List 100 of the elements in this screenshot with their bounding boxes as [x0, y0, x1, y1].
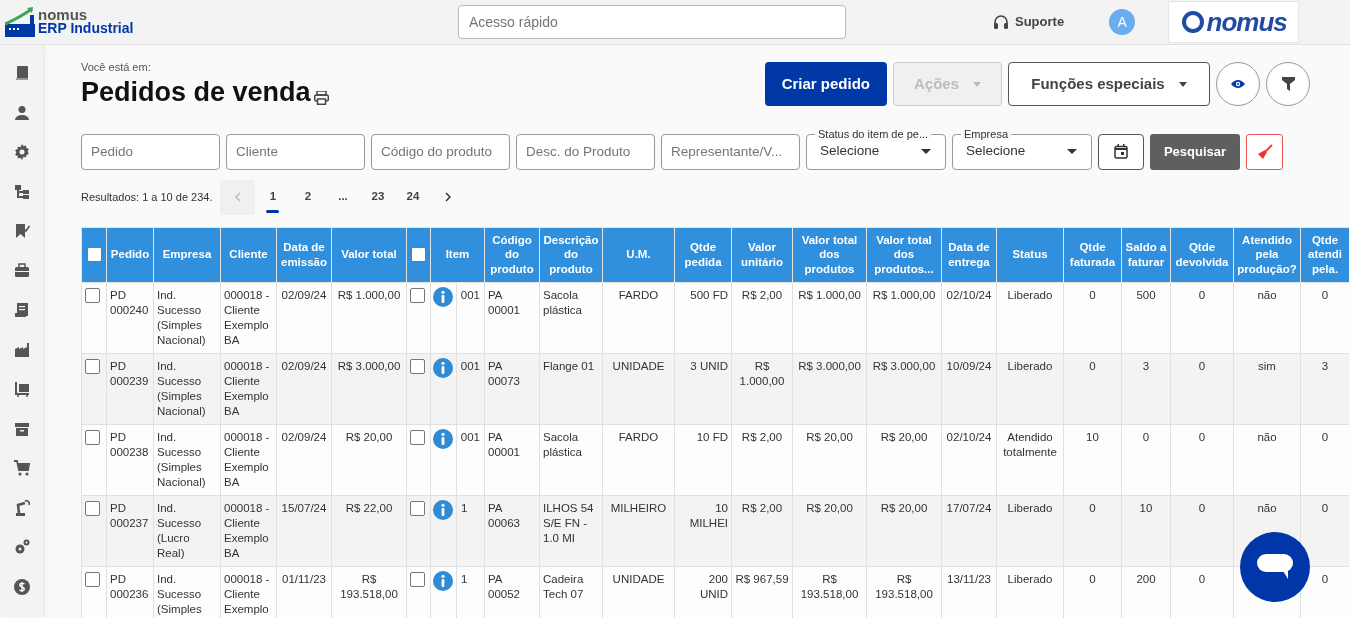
page-link[interactable]: 23	[360, 179, 396, 215]
table-cell: R$ 20,00	[792, 424, 867, 495]
info-icon[interactable]	[433, 428, 453, 449]
dollar-icon[interactable]	[13, 578, 30, 595]
table-cell: 10	[1121, 495, 1171, 566]
briefcase-icon[interactable]	[13, 262, 30, 279]
row-checkbox[interactable]	[410, 571, 425, 587]
page-link[interactable]: 1	[255, 179, 291, 215]
column-header[interactable]: Valor total	[331, 227, 407, 282]
pallet-box-icon[interactable]	[13, 381, 30, 397]
column-header[interactable]: Qtde pedida	[674, 227, 732, 282]
column-header[interactable]: Código do produto	[484, 227, 540, 282]
table-cell: R$ 2,00	[731, 424, 793, 495]
table-cell: R$ 2,00	[731, 282, 793, 353]
robot-arm-icon[interactable]	[13, 499, 30, 516]
create-order-button[interactable]: Criar pedido	[764, 62, 887, 106]
row-checkbox[interactable]	[410, 287, 425, 303]
column-header[interactable]: Qtde faturada	[1063, 227, 1122, 282]
factory-icon[interactable]	[13, 341, 30, 358]
row-checkbox[interactable]	[410, 500, 425, 516]
brand-emblem-icon	[1180, 10, 1205, 34]
table-cell: Atendido totalmente	[996, 424, 1064, 495]
info-icon[interactable]	[433, 357, 453, 378]
column-header[interactable]: Qtde devolvida	[1170, 227, 1234, 282]
shopping-cart-icon[interactable]	[13, 460, 30, 476]
filter-button[interactable]	[1266, 62, 1310, 106]
table-cell: não	[1233, 282, 1301, 353]
row-checkbox[interactable]	[85, 500, 100, 516]
filter-field[interactable]: Cliente	[226, 133, 365, 170]
page-link[interactable]: ...	[325, 179, 361, 215]
table-cell: Sacola plástica	[539, 282, 603, 353]
column-header[interactable]: Atendido pela produção?	[1233, 227, 1301, 282]
filter-field[interactable]: Código do produto	[371, 133, 510, 170]
table-cell: R$ 22,00	[331, 495, 407, 566]
gear-icon[interactable]	[13, 144, 30, 160]
row-checkbox[interactable]	[410, 358, 425, 374]
quick-access-field[interactable]: Acesso rápido	[458, 5, 846, 39]
page-link[interactable]: 2	[290, 179, 326, 215]
gears-icon[interactable]	[13, 539, 30, 555]
filter-field[interactable]: Pedido	[81, 133, 220, 170]
table-cell: 0	[1170, 495, 1234, 566]
filter-field[interactable]: Desc. do Produto	[516, 133, 655, 170]
table-cell: 15/07/24	[276, 495, 332, 566]
person-icon[interactable]	[13, 104, 30, 121]
select-all-checkbox[interactable]	[411, 247, 426, 262]
info-icon[interactable]	[433, 499, 453, 520]
table-cell: Ind. Sucesso (Simples	[153, 566, 221, 618]
table-cell: R$ 193.518,00	[331, 566, 407, 618]
info-icon[interactable]	[433, 570, 453, 591]
support-link[interactable]: Suporte	[1015, 12, 1065, 32]
page-link[interactable]: 24	[395, 179, 431, 215]
clear-filters-button[interactable]	[1246, 133, 1283, 170]
table-cell: PA 00001	[484, 424, 540, 495]
column-header[interactable]: Valor unitário	[731, 227, 793, 282]
column-header[interactable]: Empresa	[153, 227, 221, 282]
table-cell: R$ 3.000,00	[792, 353, 867, 424]
search-button[interactable]: Pesquisar	[1150, 133, 1240, 170]
filter-field[interactable]: Representante/V...	[661, 133, 800, 170]
user-avatar[interactable]: A	[1109, 9, 1136, 35]
document-icon[interactable]	[13, 302, 30, 318]
funnel-icon	[1281, 77, 1295, 91]
archive-box-icon[interactable]	[13, 420, 30, 437]
hierarchy-icon[interactable]	[13, 183, 30, 200]
table-cell: R$ 20,00	[866, 424, 942, 495]
print-icon[interactable]	[313, 90, 329, 105]
column-header[interactable]: Cliente	[220, 227, 277, 282]
column-header[interactable]: Qtde atendi pela.	[1300, 227, 1349, 282]
table-cell: Liberado	[996, 282, 1064, 353]
select-all-checkbox[interactable]	[86, 247, 102, 262]
bookmark-check-icon[interactable]	[13, 223, 30, 239]
table-cell: R$ 3.000,00	[866, 353, 942, 424]
logo-icon	[5, 7, 35, 37]
row-checkbox[interactable]	[410, 429, 425, 445]
column-header[interactable]: Saldo a faturar	[1121, 227, 1171, 282]
table-cell: R$ 20,00	[866, 495, 942, 566]
column-header[interactable]: Item	[430, 227, 485, 282]
table-cell: 0	[1170, 353, 1234, 424]
table-cell: PA 00073	[484, 353, 540, 424]
column-header[interactable]: U.M.	[602, 227, 675, 282]
calendar-button[interactable]	[1098, 133, 1144, 170]
caret-icon	[973, 81, 981, 87]
column-header[interactable]: Descrição do produto	[539, 227, 603, 282]
table-cell: PA 00001	[484, 282, 540, 353]
row-checkbox[interactable]	[85, 358, 100, 374]
dropdown-button[interactable]: Funções especiais	[1008, 62, 1210, 106]
row-checkbox[interactable]	[85, 429, 100, 445]
info-icon[interactable]	[433, 286, 453, 307]
column-header[interactable]: Status	[996, 227, 1064, 282]
column-header[interactable]: Valor total dos produtos...	[866, 227, 942, 282]
row-checkbox[interactable]	[85, 287, 100, 303]
column-header[interactable]: Pedido	[106, 227, 154, 282]
caret-icon	[1067, 149, 1077, 154]
column-header[interactable]: Data de emissão	[276, 227, 332, 282]
table-cell: 17/07/24	[941, 495, 997, 566]
column-header[interactable]: Valor total dos produtos	[792, 227, 867, 282]
view-button[interactable]	[1216, 62, 1260, 106]
table-cell-text: 1	[460, 571, 469, 587]
column-header[interactable]: Data de entrega	[941, 227, 997, 282]
book-icon[interactable]	[13, 65, 30, 81]
row-checkbox[interactable]	[85, 571, 100, 587]
